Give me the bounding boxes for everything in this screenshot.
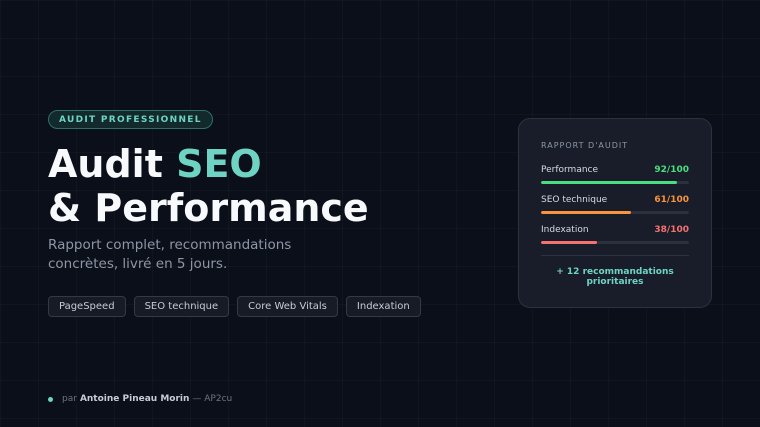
tag-core-web-vitals: Core Web Vitals: [237, 296, 338, 317]
author-suffix: — AP2cu: [192, 394, 233, 404]
report-card-title: RAPPORT D'AUDIT: [541, 141, 629, 150]
metric-label: Performance: [541, 165, 599, 175]
metric-label: Indexation: [541, 225, 589, 235]
tag-indexation: Indexation: [345, 296, 421, 317]
metric-bar-track: [541, 211, 689, 214]
tag-seo-technique: SEO technique: [133, 296, 230, 317]
page-subtitle: Rapport complet, recommandations concrèt…: [48, 237, 292, 272]
tag-pagespeed: PageSpeed: [48, 296, 126, 317]
metric-score: 92/100: [654, 165, 689, 175]
professional-audit-badge: AUDIT PROFESSIONNEL: [48, 110, 213, 129]
metric-seo-technique: SEO technique 61/100: [541, 194, 689, 214]
audit-report-card: RAPPORT D'AUDIT Performance 92/100 SEO t…: [518, 118, 712, 308]
recommendations-summary: + 12 recommandations prioritaires: [556, 267, 674, 287]
metric-bar-track: [541, 181, 689, 184]
metric-score: 61/100: [654, 195, 689, 205]
metric-score: 38/100: [654, 225, 689, 235]
author-credit: par Antoine Pineau Morin — AP2cu: [48, 394, 232, 404]
report-divider: [541, 255, 689, 256]
page-title: Audit SEO & Performance: [48, 142, 369, 230]
tag-list: PageSpeed SEO technique Core Web Vitals …: [48, 296, 421, 317]
author-prefix: par: [62, 394, 77, 404]
metric-performance: Performance 92/100: [541, 164, 689, 184]
title-line2: & Performance: [48, 186, 369, 230]
title-accent: SEO: [176, 142, 262, 186]
title-line1: Audit: [48, 142, 177, 186]
metric-indexation: Indexation 38/100: [541, 224, 689, 244]
author-dot-icon: [48, 396, 53, 402]
metric-bar-track: [541, 241, 689, 244]
metric-label: SEO technique: [541, 195, 608, 205]
author-name: Antoine Pineau Morin: [79, 394, 190, 404]
metric-bar-fill: [541, 211, 632, 214]
metric-bar-fill: [541, 181, 678, 184]
metric-bar-fill: [541, 241, 598, 244]
